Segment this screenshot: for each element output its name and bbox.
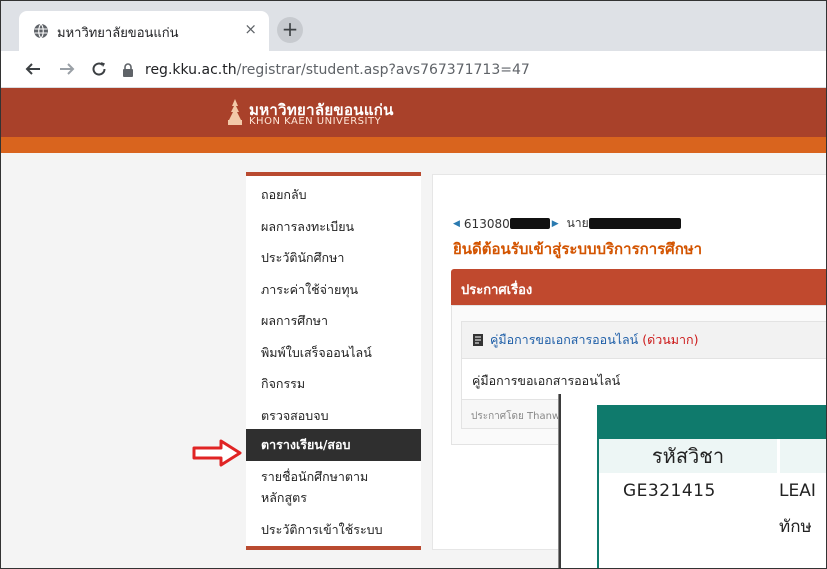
sidebar-item-activities[interactable]: กิจกรรม [246,373,421,395]
arrow-left-icon [25,63,40,75]
browser-tab[interactable]: มหาวิทยาลัยขอนแก่น × [19,11,269,51]
sidebar-menu: ถอยกลับ ผลการลงทะเบียน ประวัตินักศึกษา ภ… [246,172,421,550]
header-stripe [1,137,826,153]
popup-border [597,405,599,568]
announcement-title-row[interactable]: คู่มือการขอเอกสารออนไลน์ (ด่วนมาก) [461,321,826,359]
sidebar-item-login-history[interactable]: ประวัติการเข้าใช้ระบบ [246,519,421,541]
announcement-header-label: ประกาศเรื่อง [461,283,533,298]
tab-title: มหาวิทยาลัยขอนแก่น [57,26,179,41]
url-host: reg.kku.ac.th [145,62,237,78]
redacted-name [588,218,681,229]
url-path: /registrar/student.asp?avs767371713=47 [236,62,530,78]
triangle-right-icon: ▶ [551,218,559,229]
sidebar-item-timetable[interactable]: ตารางเรียน/สอบ [246,429,421,461]
sidebar-item-back[interactable]: ถอยกลับ [246,184,421,206]
forward-button[interactable] [55,57,79,81]
sidebar-item-grades[interactable]: ผลการศึกษา [246,310,421,332]
welcome-heading: ยินดีต้อนรับเข้าสู่ระบบบริการการศึกษา [453,240,703,258]
browser-toolbar: reg.kku.ac.th/registrar/student.asp?avs7… [1,51,826,88]
student-name: นาย [566,216,589,230]
sidebar-item-registration-result[interactable]: ผลการลงทะเบียน [246,216,421,238]
reload-button[interactable] [87,57,111,81]
university-logo-icon [228,99,242,125]
sidebar-item-student-profile[interactable]: ประวัตินักศึกษา [246,247,421,269]
back-button[interactable] [21,57,45,81]
redacted-id [509,218,550,229]
student-id: 613080 [463,216,510,231]
column-header-course-code: รหัสวิชา [599,439,777,473]
announcement-link[interactable]: คู่มือการขอเอกสารออนไลน์ [490,330,638,350]
site-header: มหาวิทยาลัยขอนแก่น KHON KAEN UNIVERSITY [1,88,826,137]
urgent-badge: (ด่วนมาก) [642,332,699,347]
course-name-cell-line1: LEAI [779,481,816,501]
announcement-header: ประกาศเรื่อง [451,269,826,305]
pointer-arrow-icon [192,439,242,467]
sidebar-item-student-list[interactable]: รายชื่อนักศึกษาตามหลักสูตร [246,466,421,508]
triangle-left-icon: ◀ [453,218,460,229]
sidebar-item-fees[interactable]: ภาระค่าใช้จ่ายทุน [246,279,421,301]
tab-strip: มหาวิทยาลัยขอนแก่น × + [1,1,826,51]
document-icon [473,334,483,346]
browser-window: มหาวิทยาลัยขอนแก่น × + reg.kku.ac.th /re… [0,0,827,569]
popup-table-header: รหัสวิชา [599,439,826,473]
address-bar[interactable]: reg.kku.ac.th/registrar/student.asp?avs7… [121,57,821,83]
reload-icon [92,62,106,76]
new-tab-button[interactable]: + [277,17,303,43]
university-name-english: KHON KAEN UNIVERSITY [249,116,382,127]
popup-title-bar [597,405,826,439]
sidebar-item-graduation-check[interactable]: ตรวจสอบจบ [246,405,421,427]
tab-close-icon[interactable]: × [244,20,257,38]
announcement-meta: ประกาศโดย Thanw [461,399,561,429]
student-info: ◀ 613080 ▶ นาย [453,214,681,233]
lock-icon [123,63,133,77]
globe-icon [34,23,48,39]
announcement-body: คู่มือการขอเอกสารออนไลน์ [461,359,826,399]
course-name-cell-line2: ทักษ [779,517,812,537]
sidebar-item-print-receipt[interactable]: พิมพ์ใบเสร็จออนไลน์ [246,342,421,364]
course-code-cell: GE321415 [623,481,716,501]
column-header-course-name [780,439,826,473]
arrow-right-icon [60,63,75,75]
